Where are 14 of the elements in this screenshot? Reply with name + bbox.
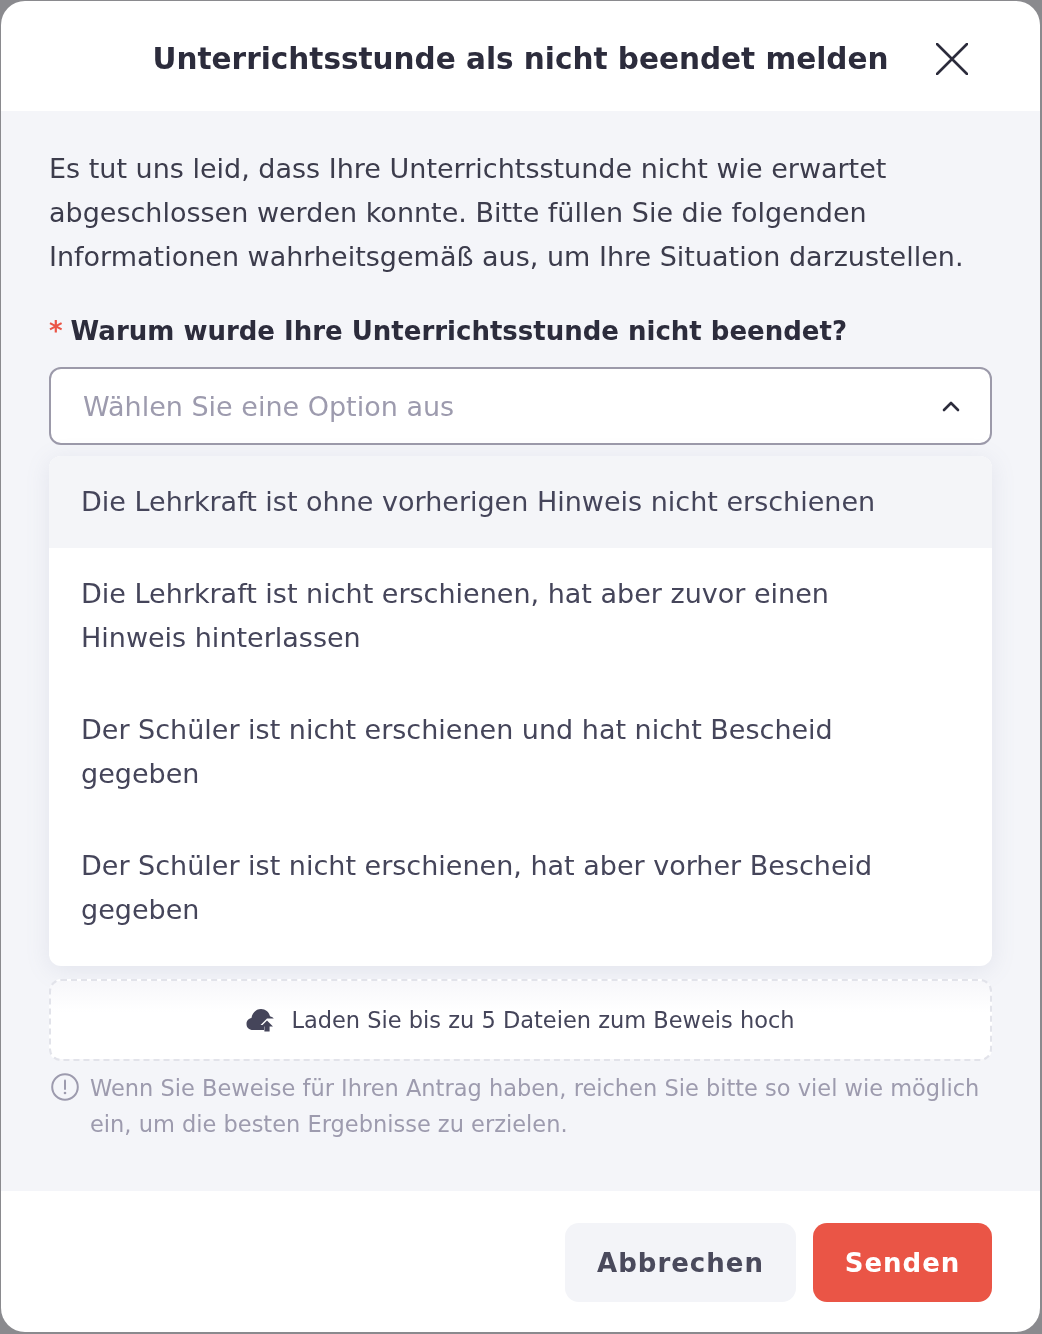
dropdown-option[interactable]: Die Lehrkraft ist nicht erschienen, hat aber zuvor einen Hinweis hinterlassen — [49, 548, 992, 684]
cancel-button[interactable]: Abbrechen — [565, 1223, 796, 1302]
dropdown-option[interactable]: Der Schüler ist nicht erschienen, hat aber vorher Bescheid gegeben — [49, 820, 992, 956]
question-label: Warum wurde Ihre Unterrichtsstunde nicht beendet? — [70, 315, 847, 348]
send-button[interactable]: Senden — [813, 1223, 992, 1302]
upload-area[interactable]: Laden Sie bis zu 5 Dateien zum Beweis hoch — [49, 979, 992, 1061]
dialog-title: Unterrichtsstunde als nicht beendet melden — [152, 41, 889, 78]
close-icon — [936, 43, 968, 75]
required-mark: * — [49, 315, 63, 348]
hint-text: Wenn Sie Beweise für Ihren Antrag haben, reichen Sie bitte so viel wie möglich ein, um die besten Ergebnisse zu erzielen. — [90, 1074, 981, 1139]
info-icon — [51, 1073, 79, 1101]
intro-text: Es tut uns leid, dass Ihre Unterrichtsstunde nicht wie erwartet abgeschlossen werden konnte. Bitte füllen Sie die folgenden Informationen wahrheitsgemäß aus, um Ihre Situation darzustellen. — [49, 152, 965, 274]
dropdown-option[interactable]: Die Lehrkraft ist ohne vorherigen Hinweis nicht erschienen — [49, 456, 992, 548]
dropdown-option[interactable]: Der Schüler ist nicht erschienen und hat nicht Bescheid gegeben — [49, 684, 992, 820]
